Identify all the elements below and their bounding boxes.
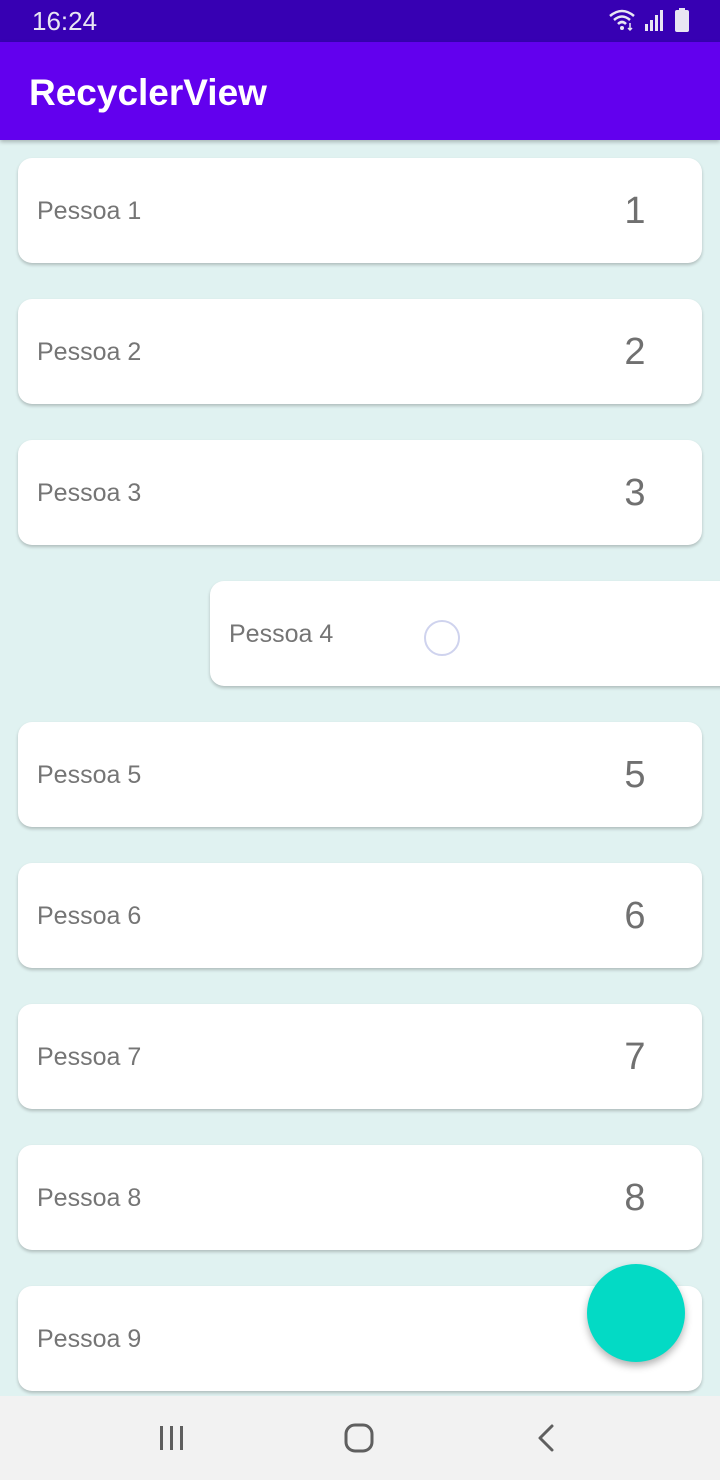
item-name: Pessoa 7 [37,1043,142,1071]
wifi-icon [609,9,635,32]
item-number: 5 [624,754,646,796]
app-bar: RecyclerView [0,42,720,140]
navigation-bar [0,1396,720,1480]
item-name: Pessoa 3 [37,479,142,507]
list-item[interactable]: Pessoa 3 3 [18,440,702,545]
screen: 16:24 RecyclerView Pessoa 1 1 Pessoa 2 2… [0,0,720,1480]
item-name: Pessoa 4 [229,620,334,648]
list-item-swiped[interactable]: Pessoa 4 [210,581,720,686]
status-bar: 16:24 [0,0,720,42]
item-name: Pessoa 1 [37,197,142,225]
recycler-list[interactable]: Pessoa 1 1 Pessoa 2 2 Pessoa 3 3 Pessoa … [0,140,720,1396]
list-item[interactable]: Pessoa 6 6 [18,863,702,968]
status-time: 16:24 [32,6,98,36]
item-name: Pessoa 9 [37,1325,142,1353]
recent-apps-button[interactable] [142,1410,202,1466]
item-name: Pessoa 5 [37,761,142,789]
signal-icon [645,10,663,31]
back-icon [538,1424,554,1452]
status-icons [608,7,690,33]
item-number: 8 [624,1177,646,1219]
item-number: 3 [624,472,646,514]
item-name: Pessoa 6 [37,902,142,930]
app-title: RecyclerView [29,72,267,113]
recent-apps-icon [160,1426,183,1450]
list-item[interactable]: Pessoa 2 2 [18,299,702,404]
list-item[interactable]: Pessoa 8 8 [18,1145,702,1250]
item-number: 2 [624,331,646,373]
item-number: 1 [624,190,646,232]
item-name: Pessoa 2 [37,338,142,366]
floating-action-button[interactable] [587,1264,685,1362]
home-button[interactable] [329,1410,389,1466]
item-name: Pessoa 8 [37,1184,142,1212]
touch-ripple-icon [424,620,460,656]
home-icon [344,1423,374,1453]
back-button[interactable] [516,1410,576,1466]
list-item[interactable]: Pessoa 1 1 [18,158,702,263]
list-item[interactable]: Pessoa 7 7 [18,1004,702,1109]
battery-icon [675,8,689,32]
list-item[interactable]: Pessoa 5 5 [18,722,702,827]
item-number: 6 [624,895,646,937]
item-number: 7 [624,1036,646,1078]
